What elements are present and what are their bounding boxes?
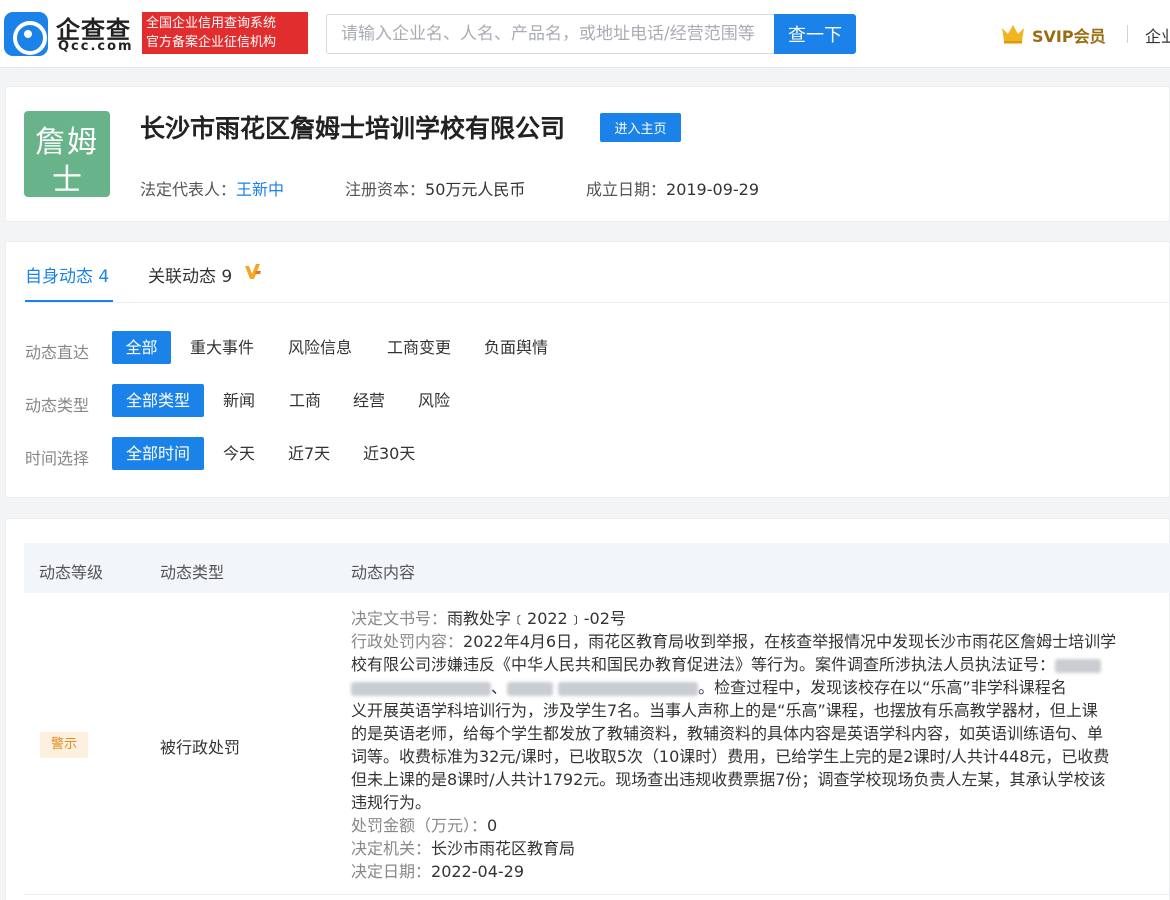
- slogan-line-1: 全国企业信用查询系统: [146, 16, 277, 31]
- filter-major-events[interactable]: 重大事件: [178, 331, 266, 364]
- updates-table-card: 动态等级 动态类型 动态内容 警示 被行政处罚 决定文书号：雨教处字﹝2022﹞…: [5, 518, 1170, 900]
- redacted-block: [1055, 658, 1102, 673]
- company-card: 詹姆 士 长沙市雨花区詹姆士培训学校有限公司 进入主页 法定代表人：王新中 注册…: [5, 86, 1170, 222]
- slogan-line-2: 官方备案企业征信机构: [146, 35, 277, 50]
- filter-operations[interactable]: 经营: [341, 384, 397, 417]
- penalty-content-line-1: 行政处罚内容：2022年4月6日，雨花区教育局收到举报，在核查举报情况中发现长沙…: [351, 630, 1156, 653]
- capital-value: 50万元人民币: [425, 180, 526, 199]
- founded-value: 2019-09-29: [666, 180, 759, 199]
- filter-business[interactable]: 工商: [277, 384, 333, 417]
- logo-text-en: Qcc.com: [58, 39, 134, 54]
- penalty-amount-line: 处罚金额（万元）：0: [351, 814, 1156, 837]
- penalty-content-line-5: 的是英语老师，给每个学生都发放了教辅资料，教辅资料的具体内容是英语学科内容，如英…: [351, 724, 1104, 743]
- capital-info: 注册资本：50万元人民币: [345, 176, 525, 200]
- company-name[interactable]: 长沙市雨花区詹姆士培训学校有限公司: [140, 109, 565, 145]
- decision-date-value: 2022-04-29: [431, 862, 524, 881]
- nav-enterprise-link[interactable]: 企业: [1145, 23, 1170, 47]
- legal-rep-label: 法定代表人：: [140, 180, 237, 199]
- filter-business-change[interactable]: 工商变更: [375, 331, 463, 364]
- filter-today[interactable]: 今天: [211, 437, 267, 470]
- filter-card: 自身动态 4 关联动态 9 动态直达 全部 重大事件 风险信息 工商变更 负面舆…: [5, 241, 1170, 498]
- nav-divider: [1127, 25, 1128, 43]
- crown-icon: [1002, 25, 1024, 44]
- penalty-content-line-3: 、 。检查过程中，发现该校存在以“乐高”非学科课程名: [351, 676, 1156, 699]
- filter-30-days[interactable]: 近30天: [351, 437, 427, 470]
- penalty-content-text-3b: 。检查过程中，发现该校存在以“乐高”非学科课程名: [698, 678, 1067, 697]
- vip-icon: [245, 264, 261, 279]
- penalty-content-text-2: 校有限公司涉嫌违反《中华人民共和国民办教育促进法》等行为。案件调查所涉执法人员执…: [351, 655, 1056, 674]
- filter-all-time[interactable]: 全部时间: [112, 437, 204, 470]
- penalty-content-text-3a: 、: [491, 678, 508, 697]
- table-header: 动态等级 动态类型 动态内容: [24, 543, 1170, 593]
- slogan-banner: 全国企业信用查询系统 官方备案企业征信机构: [142, 12, 308, 54]
- svip-label: SVIP会员: [1032, 27, 1106, 46]
- filter-risk[interactable]: 风险: [406, 384, 462, 417]
- top-header: 企查查 Qcc.com 全国企业信用查询系统 官方备案企业征信机构 查一下 SV…: [0, 0, 1170, 68]
- update-content: 决定文书号：雨教处字﹝2022﹞-02号 行政处罚内容：2022年4月6日，雨花…: [351, 607, 1156, 883]
- penalty-content-line-7: 但未上课的是8课时/人共计1792元。现场查出违规收费票据7份；调查学校现场负责…: [351, 770, 1106, 789]
- redacted-block: [558, 681, 699, 696]
- penalty-content-line-4: 义开展英语学科培训行为，涉及学生7名。当事人声称上的是“乐高”课程，也摆放有乐高…: [351, 701, 1098, 720]
- filter-negative-news[interactable]: 负面舆情: [472, 331, 560, 364]
- table-row[interactable]: 警示 被行政处罚 决定文书号：雨教处字﹝2022﹞-02号 行政处罚内容：202…: [24, 593, 1170, 895]
- search-input[interactable]: [326, 14, 775, 54]
- filter-label-time: 时间选择: [25, 449, 90, 468]
- company-logo-line-2: 士: [52, 163, 82, 198]
- tab-self-updates[interactable]: 自身动态 4: [25, 262, 109, 287]
- redacted-block: [507, 681, 554, 696]
- legal-rep-info: 法定代表人：王新中: [140, 176, 284, 200]
- filter-7-days[interactable]: 近7天: [276, 437, 342, 470]
- qcc-logo[interactable]: 企查查 Qcc.com: [4, 12, 136, 56]
- authority-line: 决定机关：长沙市雨花区教育局: [351, 837, 1156, 860]
- founded-label: 成立日期：: [586, 180, 667, 199]
- penalty-content-line-8: 违规行为。: [351, 793, 432, 812]
- doc-number-line: 决定文书号：雨教处字﹝2022﹞-02号: [351, 607, 1156, 630]
- penalty-content-label: 行政处罚内容：: [351, 632, 464, 651]
- filter-risk-info[interactable]: 风险信息: [276, 331, 364, 364]
- tab-related-updates[interactable]: 关联动态 9: [148, 262, 232, 287]
- penalty-content-text-1: 2022年4月6日，雨花区教育局收到举报，在核查举报情况中发现长沙市雨花区詹姆士…: [463, 632, 1117, 651]
- tabs-divider: [25, 302, 1170, 303]
- authority-label: 决定机关：: [351, 839, 432, 858]
- th-content: 动态内容: [351, 563, 416, 582]
- level-badge: 警示: [40, 732, 88, 758]
- enter-homepage-button[interactable]: 进入主页: [600, 113, 681, 142]
- penalty-amount-value: 0: [487, 816, 498, 835]
- penalty-amount-label: 处罚金额（万元）：: [351, 816, 488, 835]
- redacted-block: [351, 681, 491, 696]
- th-level: 动态等级: [39, 563, 104, 582]
- doc-number-label: 决定文书号：: [351, 609, 448, 628]
- legal-rep-link[interactable]: 王新中: [236, 180, 284, 199]
- penalty-content-line-2: 校有限公司涉嫌违反《中华人民共和国民办教育促进法》等行为。案件调查所涉执法人员执…: [351, 653, 1156, 676]
- qcc-logo-icon: [4, 12, 48, 56]
- decision-date-label: 决定日期：: [351, 862, 432, 881]
- filter-all-types[interactable]: 全部类型: [112, 384, 204, 417]
- filter-all[interactable]: 全部: [112, 331, 171, 364]
- capital-label: 注册资本：: [345, 180, 426, 199]
- decision-date-line: 决定日期：2022-04-29: [351, 860, 1156, 883]
- filter-label-type: 动态类型: [25, 396, 90, 415]
- filter-news[interactable]: 新闻: [211, 384, 267, 417]
- penalty-content-line-6: 词等。收费标准为32元/课时，已收取5次（10课时）费用，已给学生上完的是2课时…: [351, 747, 1110, 766]
- authority-value: 长沙市雨花区教育局: [431, 839, 576, 858]
- company-logo: 詹姆 士: [24, 111, 110, 198]
- search-button[interactable]: 查一下: [774, 14, 856, 54]
- doc-number-value: 雨教处字﹝2022﹞-02号: [447, 609, 626, 628]
- filter-label-direct: 动态直达: [25, 343, 90, 362]
- update-type: 被行政处罚: [160, 738, 241, 757]
- th-type: 动态类型: [160, 563, 225, 582]
- founded-info: 成立日期：2019-09-29: [586, 176, 759, 200]
